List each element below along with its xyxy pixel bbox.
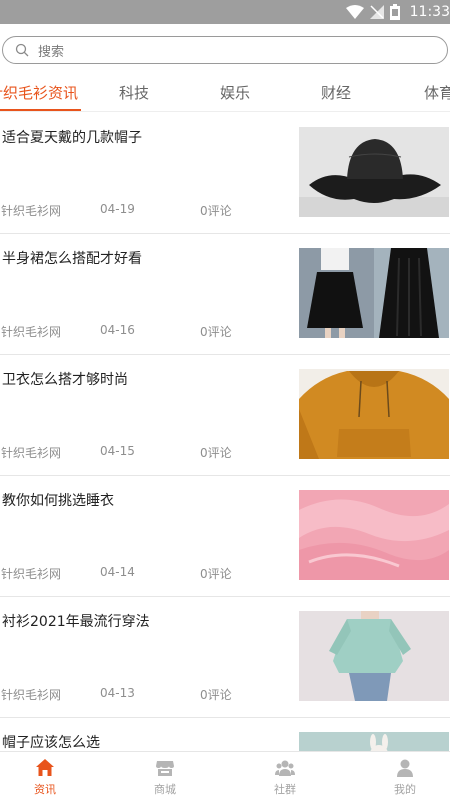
skirt-outfit-photo[interactable]: [299, 248, 449, 338]
nav-label: 商城: [154, 783, 176, 796]
bottom-navigation: 资讯 商城 社群 我的: [0, 751, 450, 800]
nav-item-profile[interactable]: 我的: [360, 752, 450, 800]
news-title[interactable]: 适合夏天戴的几款帽子: [2, 127, 142, 147]
search-bar[interactable]: 搜索: [2, 36, 448, 64]
tab-finance[interactable]: 财经: [321, 82, 351, 103]
news-source: 针织毛衫网: [1, 446, 62, 460]
news-item[interactable]: 卫衣怎么搭才够时尚 针织毛衫网 04-15 0评论: [0, 355, 450, 476]
news-source: 针织毛衫网: [1, 204, 62, 218]
nav-item-store[interactable]: 商城: [120, 752, 210, 800]
battery-icon: [389, 4, 400, 20]
nav-label: 我的: [394, 783, 416, 796]
news-source: 针织毛衫网: [1, 567, 62, 581]
tab-sports[interactable]: 体育: [424, 82, 450, 103]
tab-knitwear-news[interactable]: 针织毛衫资讯: [0, 82, 78, 103]
tab-entertainment[interactable]: 娱乐: [220, 82, 250, 103]
news-title[interactable]: 帽子应该怎么选: [2, 732, 100, 751]
community-icon: [275, 760, 295, 776]
search-placeholder: 搜索: [38, 44, 65, 60]
news-item[interactable]: 帽子应该怎么选: [0, 718, 450, 751]
news-date: 04-16: [100, 323, 135, 337]
news-comments: 0评论: [200, 688, 232, 702]
category-tabs: 针织毛衫资讯 科技 娱乐 财经 体育: [0, 72, 450, 112]
news-comments: 0评论: [200, 325, 232, 339]
search-icon: [15, 43, 29, 57]
nav-item-news[interactable]: 资讯: [0, 752, 90, 800]
news-item[interactable]: 衬衫2021年最流行穿法 针织毛衫网 04-13 0评论: [0, 597, 450, 718]
news-comments: 0评论: [200, 446, 232, 460]
mustard-hoodie-photo[interactable]: [299, 369, 449, 459]
news-title[interactable]: 教你如何挑选睡衣: [2, 490, 114, 510]
news-date: 04-19: [100, 202, 135, 216]
status-bar: 11:33: [0, 0, 450, 24]
profile-icon: [397, 759, 413, 777]
news-date: 04-14: [100, 565, 135, 579]
black-hat-photo[interactable]: [299, 127, 449, 217]
store-icon: [156, 761, 174, 776]
news-item[interactable]: 教你如何挑选睡衣 针织毛衫网 04-14 0评论: [0, 476, 450, 597]
news-comments: 0评论: [200, 567, 232, 581]
green-shirt-photo[interactable]: [299, 611, 449, 701]
wifi-icon: [345, 5, 364, 19]
home-icon: [36, 759, 54, 776]
news-date: 04-13: [100, 686, 135, 700]
news-date: 04-15: [100, 444, 135, 458]
tab-tech[interactable]: 科技: [119, 82, 149, 103]
nav-item-community[interactable]: 社群: [240, 752, 330, 800]
news-item[interactable]: 适合夏天戴的几款帽子 针织毛衫网 04-19 0评论: [0, 113, 450, 234]
nav-label: 社群: [274, 783, 296, 796]
status-time: 11:33: [409, 4, 450, 20]
pink-fleece-photo[interactable]: [299, 490, 449, 580]
nav-label: 资讯: [34, 783, 56, 796]
active-tab-indicator: [0, 109, 81, 111]
no-signal-icon: [369, 5, 384, 19]
news-feed: 适合夏天戴的几款帽子 针织毛衫网 04-19 0评论 半身裙怎么搭配才好看 针织…: [0, 113, 450, 751]
news-item[interactable]: 半身裙怎么搭配才好看 针织毛衫网 04-16 0评论: [0, 234, 450, 355]
news-title[interactable]: 卫衣怎么搭才够时尚: [2, 369, 128, 389]
news-title[interactable]: 半身裙怎么搭配才好看: [2, 248, 142, 268]
news-comments: 0评论: [200, 204, 232, 218]
news-title[interactable]: 衬衫2021年最流行穿法: [2, 611, 150, 631]
status-icons: 11:33: [345, 0, 450, 24]
bunny-hat-photo[interactable]: [299, 732, 449, 751]
news-source: 针织毛衫网: [1, 688, 62, 702]
news-source: 针织毛衫网: [1, 325, 62, 339]
